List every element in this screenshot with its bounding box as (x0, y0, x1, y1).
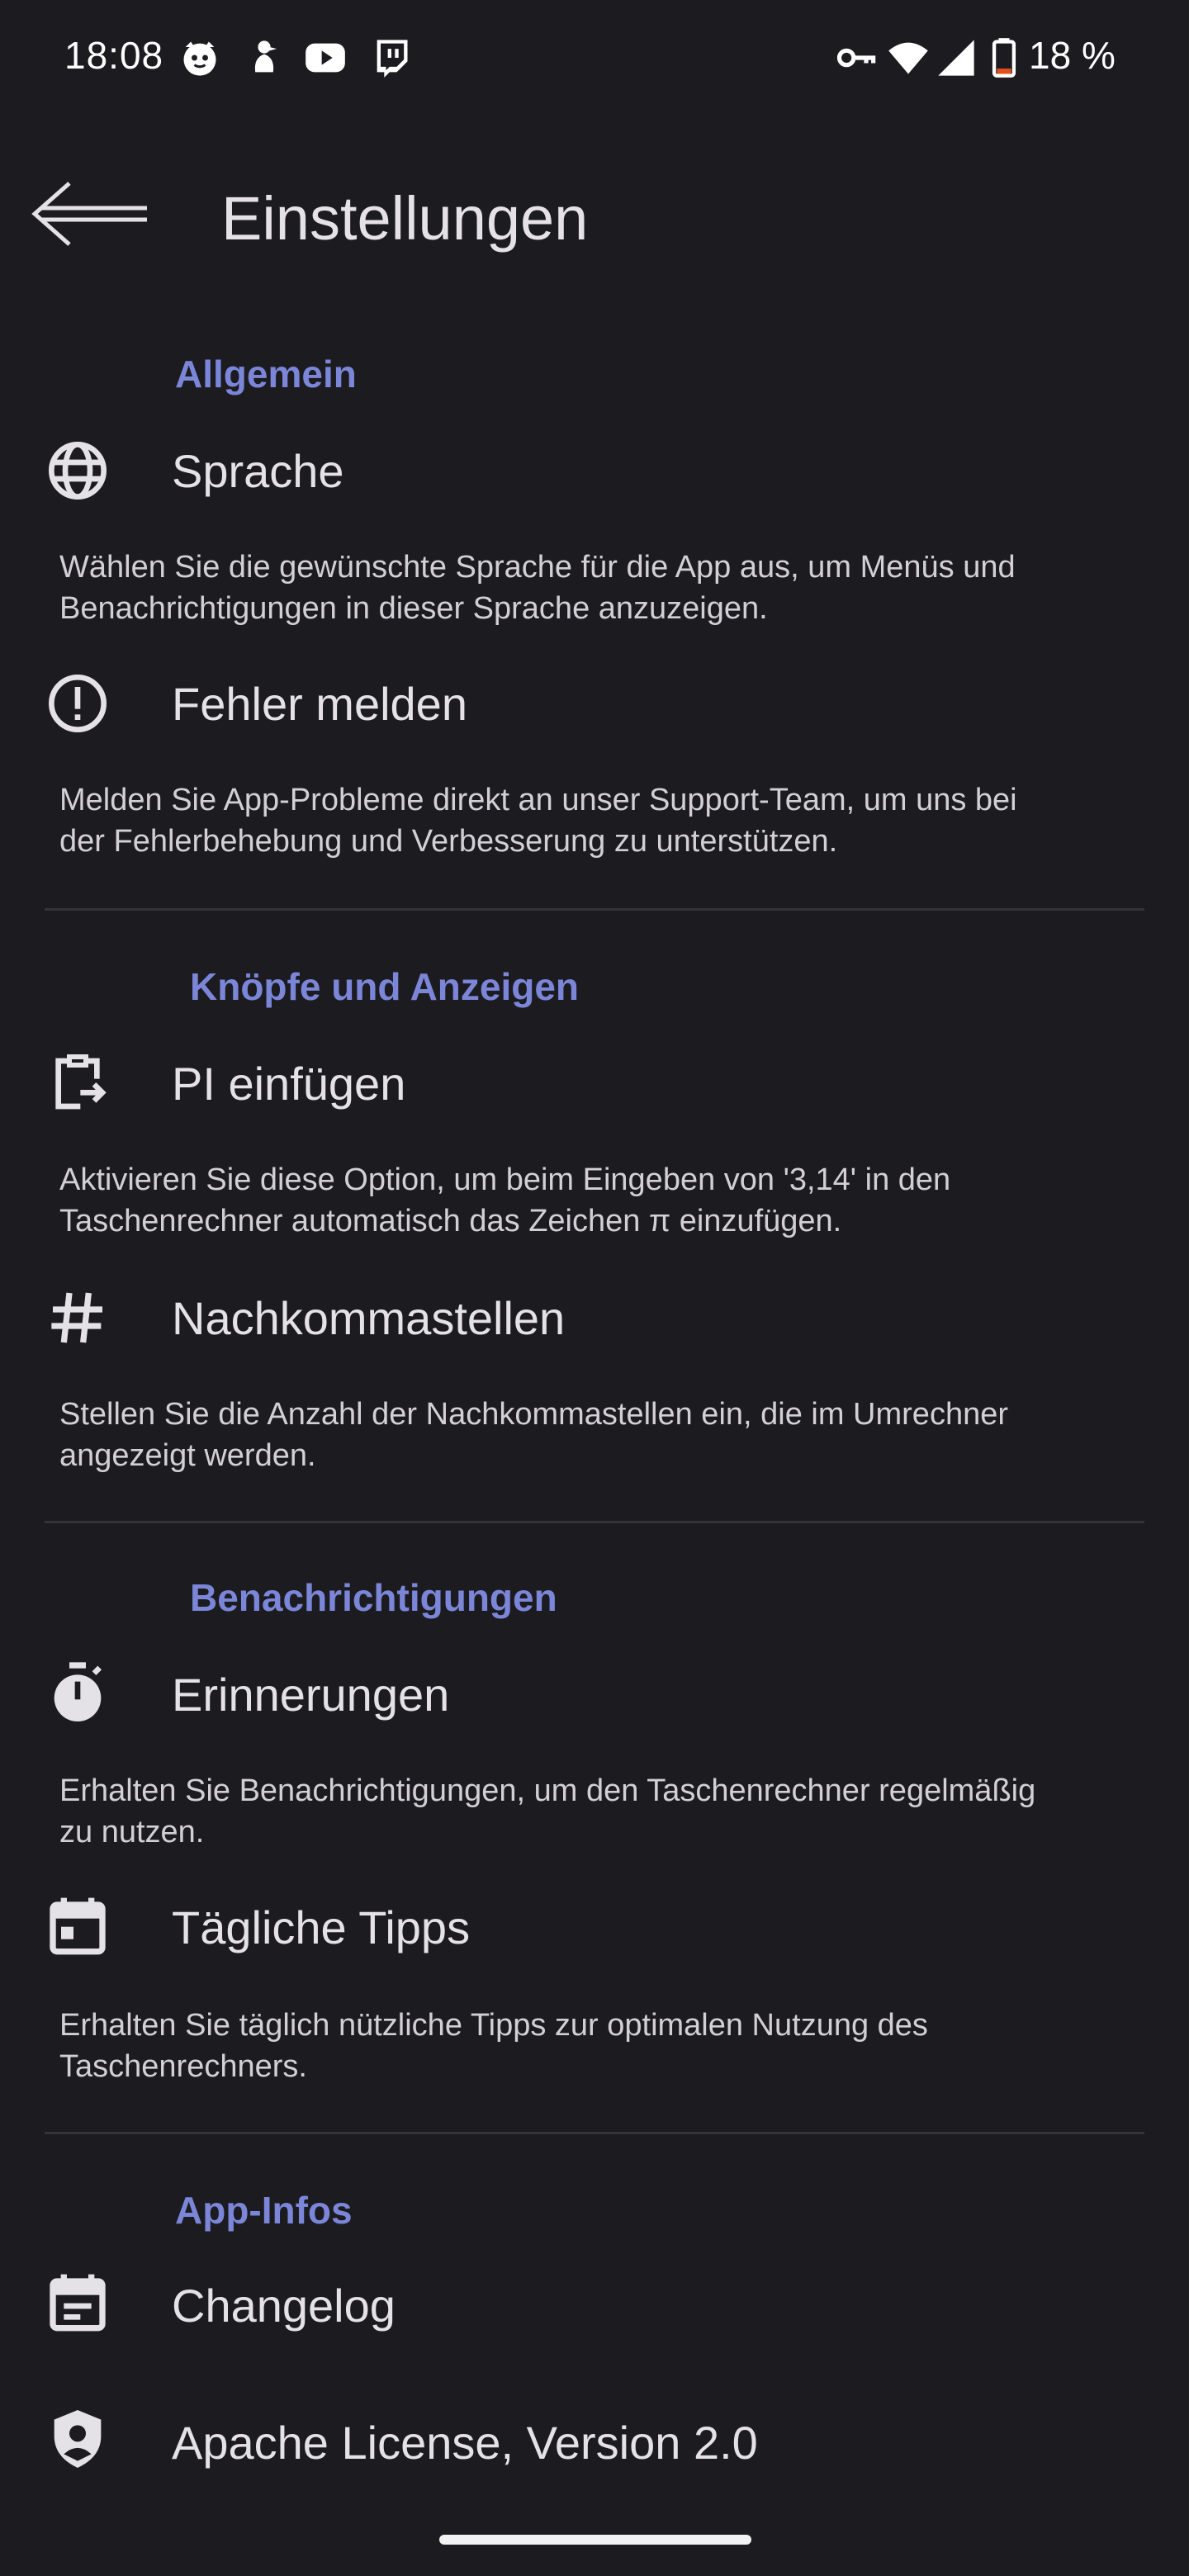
battery-icon (992, 38, 1016, 78)
status-time: 18:08 (64, 34, 164, 77)
setting-title-reminders: Erinnerungen (172, 1669, 450, 1721)
cat-face-icon (183, 41, 216, 76)
setting-desc-language: Wählen Sie die gewünschte Sprache für di… (59, 550, 1016, 626)
battery-percentage: 18 % (1029, 34, 1116, 77)
setting-title-report-bug: Fehler melden (172, 678, 467, 730)
setting-desc-reminders: Erhalten Sie Benachrichtigungen, um den … (59, 1773, 1036, 1849)
setting-title-license: Apache License, Version 2.0 (172, 2417, 758, 2469)
cell-signal-icon (938, 40, 974, 76)
section-header-app-info: App-Infos (175, 2189, 353, 2232)
vpn-key-icon (836, 48, 876, 68)
hash-icon (51, 1292, 102, 1343)
gesture-nav-handle[interactable] (439, 2535, 751, 2545)
event-note-icon (50, 2274, 106, 2332)
wifi-icon (888, 42, 928, 74)
page-title: Einstellungen (221, 184, 589, 253)
youtube-icon (306, 43, 345, 73)
setting-desc-daily-tips: Erhalten Sie täglich nützliche Tipps zur… (59, 2008, 928, 2084)
section-divider (45, 1521, 1144, 1523)
stopwatch-icon (54, 1662, 102, 1721)
clipboard-paste-icon (55, 1054, 107, 1110)
setting-desc-decimal-places: Stellen Sie die Anzahl der Nachkommastel… (59, 1397, 1008, 1473)
setting-desc-report-bug: Melden Sie App-Probleme direkt an unser … (59, 783, 1017, 859)
section-divider (45, 2132, 1144, 2134)
bird-icon (254, 40, 277, 73)
section-header-general: Allgemein (175, 353, 357, 395)
setting-title-daily-tips: Tägliche Tipps (172, 1901, 471, 1953)
shield-person-icon (54, 2410, 102, 2468)
calendar-icon (50, 1897, 106, 1955)
setting-title-language: Sprache (172, 445, 344, 497)
section-divider (45, 908, 1144, 911)
alert-circle-icon (49, 675, 107, 732)
setting-title-changelog: Changelog (172, 2280, 396, 2332)
setting-title-insert-pi: PI einfügen (172, 1058, 406, 1110)
section-header-buttons-displays: Knöpfe und Anzeigen (190, 965, 580, 1008)
section-header-notifications: Benachrichtigungen (190, 1576, 557, 1619)
setting-desc-insert-pi: Aktivieren Sie diese Option, um beim Ein… (59, 1163, 951, 1238)
twitch-icon (377, 40, 408, 78)
setting-title-decimal-places: Nachkommastellen (172, 1292, 566, 1344)
back-arrow-icon[interactable] (30, 178, 154, 249)
globe-icon (49, 442, 107, 500)
